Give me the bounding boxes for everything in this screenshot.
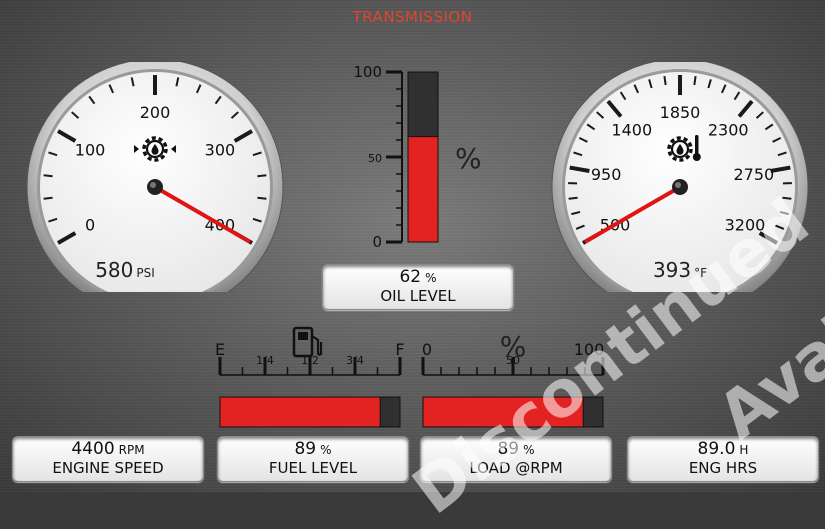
minor-tick — [694, 76, 695, 85]
bar-tick-label: 50 — [506, 354, 520, 367]
oil-bar-tick-label: 50 — [368, 152, 382, 165]
engine-hours-readout: 89.0H ENG HRS — [627, 436, 819, 482]
fuel-level-bar: E 1/4 1/2 3/4 F — [212, 322, 412, 432]
oil-readout-label: OIL LEVEL — [323, 289, 513, 305]
engine-speed-label: ENGINE SPEED — [13, 461, 203, 477]
engine-hours-unit: H — [739, 443, 748, 457]
bar-tick-label: 100 — [574, 340, 605, 359]
oil-readout-unit: % — [425, 271, 436, 285]
thermometer-bulb — [693, 153, 701, 161]
bar-tick-label: 0 — [422, 340, 432, 359]
oil-unit-label: % — [455, 142, 482, 175]
pressure-gauge: 0100200300400 580PSI — [5, 62, 305, 292]
dial-tick-label: 950 — [591, 165, 622, 184]
minor-tick — [569, 198, 578, 199]
dial-tick-label: 1400 — [611, 121, 652, 140]
fuel-readout-label: FUEL LEVEL — [218, 461, 408, 477]
gauge-screen: TRANSMISSION 0100200300400 580PSI 500950… — [0, 0, 825, 492]
dial-tick-label: 2750 — [734, 165, 775, 184]
load-readout-value: 89 — [497, 439, 519, 459]
fuel-readout-value: 89 — [294, 439, 316, 459]
bar-tick-label: F — [395, 340, 404, 359]
load-bar: %050100 — [415, 322, 615, 432]
temperature-unit: °F — [694, 266, 707, 280]
load-readout-label: LOAD @RPM — [421, 461, 611, 477]
engine-speed-value: 4400 — [71, 439, 114, 459]
oil-bar-fill — [408, 137, 438, 242]
dial-tick-label: 100 — [75, 141, 106, 160]
bar-tick-label: 1/2 — [301, 354, 319, 367]
pressure-unit: PSI — [136, 266, 154, 280]
temperature-value: 393 — [653, 258, 691, 282]
engine-hours-label: ENG HRS — [628, 461, 818, 477]
minor-tick — [257, 198, 266, 199]
minor-tick — [44, 175, 53, 176]
oil-level-readout: 62% OIL LEVEL — [322, 264, 514, 310]
minor-tick — [664, 76, 665, 85]
dial-tick-label: 0 — [85, 216, 95, 235]
page-title: TRANSMISSION — [0, 8, 825, 26]
fuel-pump-icon — [294, 328, 321, 356]
oil-bar-tick-label: 100 — [353, 63, 382, 81]
engine-speed-readout: 4400 RPM ENGINE SPEED — [12, 436, 204, 482]
fuel-level-readout: 89% FUEL LEVEL — [217, 436, 409, 482]
fuel-readout-unit: % — [320, 443, 331, 457]
minor-tick — [257, 175, 266, 176]
temperature-gauge: 50095014001850230027503200 393°F — [530, 62, 825, 292]
pressure-readout: 580PSI — [25, 258, 225, 282]
dial-tick-label: 3200 — [725, 216, 766, 235]
bar-tick-label: E — [215, 340, 225, 359]
dial-tick-label: 300 — [205, 141, 236, 160]
load-readout-unit: % — [523, 443, 534, 457]
dial-tick-label: 1850 — [660, 103, 701, 122]
pressure-value: 580 — [95, 258, 133, 282]
engine-speed-unit: RPM — [119, 443, 145, 457]
oil-bar-tick-label: 0 — [372, 233, 382, 251]
bar-tick-label: 1/4 — [256, 354, 274, 367]
oil-readout-value: 62 — [399, 267, 421, 287]
oil-level-bar: 0 50 100 — [330, 60, 450, 255]
temperature-readout: 393°F — [580, 258, 780, 282]
dial-tick-label: 2300 — [708, 121, 749, 140]
bar-tick-label: 3/4 — [346, 354, 364, 367]
minor-tick — [44, 198, 53, 199]
bar-fill — [423, 397, 583, 427]
engine-hours-value: 89.0 — [698, 439, 736, 459]
minor-tick — [782, 198, 791, 199]
thermometer-stem — [695, 135, 699, 155]
dial-tick-label: 200 — [140, 103, 171, 122]
watermark-2: Avai — [705, 302, 825, 454]
load-readout: 89% LOAD @RPM — [420, 436, 612, 482]
bar-fill — [220, 397, 380, 427]
